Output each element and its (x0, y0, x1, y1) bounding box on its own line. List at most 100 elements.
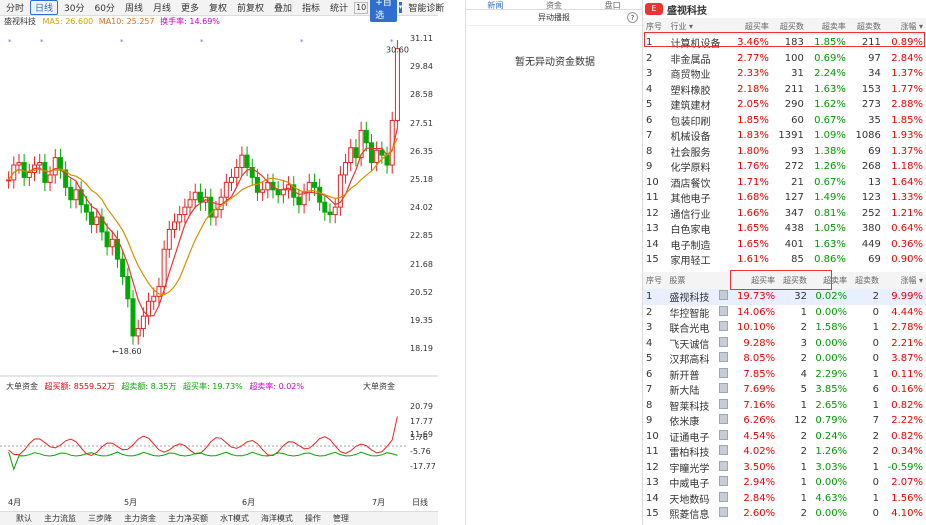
toolbar-item-9[interactable]: 叠加 (270, 1, 296, 14)
stock-col-header[interactable]: 序号 (643, 272, 667, 289)
stock-row[interactable]: 4 飞天诚信 9.28% 3 0.00% 0 2.21% (643, 336, 926, 352)
stock-doc-cell[interactable] (715, 351, 731, 367)
industry-row[interactable]: 11 其他电子 1.68% 127 1.49% 123 1.33% (643, 190, 926, 206)
toolbar-item-3[interactable]: 60分 (90, 1, 118, 14)
stock-doc-cell[interactable] (715, 367, 731, 383)
industry-row[interactable]: 14 电子制造 1.65% 401 1.63% 449 0.36% (643, 237, 926, 253)
industry-row[interactable]: 5 建筑建材 2.05% 290 1.62% 273 2.88% (643, 97, 926, 113)
event-star-icon[interactable]: * (390, 38, 394, 46)
event-star-icon[interactable]: * (120, 38, 124, 46)
industry-row[interactable]: 4 塑料橡胶 2.18% 211 1.63% 153 1.77% (643, 82, 926, 98)
toolbar-item-11[interactable]: 统计 (326, 1, 352, 14)
stock-row[interactable]: 8 智莱科技 7.16% 1 2.65% 1 0.82% (643, 398, 926, 414)
document-icon[interactable] (718, 414, 728, 425)
stock-doc-cell[interactable] (715, 475, 731, 491)
industry-row[interactable]: 6 包装印刷 1.85% 60 0.67% 35 1.85% (643, 113, 926, 129)
stock-doc-cell[interactable] (715, 460, 731, 476)
stock-row[interactable]: 1 盛视科技 19.73% 32 0.02% 2 9.99% (643, 289, 926, 305)
stock-doc-cell[interactable] (715, 305, 731, 321)
stock-doc-cell[interactable] (715, 491, 731, 507)
document-icon[interactable] (718, 476, 728, 487)
stock-col-header[interactable] (715, 272, 732, 289)
stock-row[interactable]: 11 雷柏科技 4.02% 2 1.26% 2 0.34% (643, 444, 926, 460)
indicator-tab-4[interactable]: 主力净买额 (168, 513, 208, 524)
document-icon[interactable] (718, 429, 728, 440)
document-icon[interactable] (718, 290, 728, 301)
indicator-tab-5[interactable]: 水T模式 (220, 513, 249, 524)
industry-row[interactable]: 15 家用轻工 1.61% 85 0.86% 69 0.90% (643, 252, 926, 268)
stock-row[interactable]: 7 新大陆 7.69% 5 3.85% 6 0.16% (643, 382, 926, 398)
toolbar-item-2[interactable]: 30分 (60, 1, 88, 14)
stock-row[interactable]: 5 汉邦高科 8.05% 2 0.00% 0 3.87% (643, 351, 926, 367)
indicator-tab-7[interactable]: 操作 (305, 513, 321, 524)
stock-doc-cell[interactable] (715, 444, 731, 460)
period-count-input[interactable]: 10 (354, 1, 369, 14)
stock-row[interactable]: 13 中威电子 2.94% 1 0.00% 0 2.07% (643, 475, 926, 491)
indicator-tab-1[interactable]: 主力流监 (44, 513, 76, 524)
event-star-icon[interactable]: * (300, 38, 304, 46)
toolbar-item-0[interactable]: 分时 (2, 1, 28, 14)
industry-row[interactable]: 9 化学原料 1.76% 272 1.26% 268 1.18% (643, 159, 926, 175)
stock-row[interactable]: 6 新开普 7.85% 4 2.29% 1 0.11% (643, 367, 926, 383)
stock-row[interactable]: 2 华控智能 14.06% 1 0.00% 0 4.44% (643, 305, 926, 321)
toolbar-item-8[interactable]: 前复权 (233, 1, 268, 14)
toolbar-item-6[interactable]: 更多 (177, 1, 203, 14)
mid-tab-2[interactable]: 盘口 (583, 0, 642, 10)
indicator-tab-3[interactable]: 主力资金 (124, 513, 156, 524)
stock-cell: 0.02% (809, 289, 851, 305)
stock-col-header[interactable]: 超卖数 (850, 272, 882, 289)
event-star-icon[interactable]: * (200, 38, 204, 46)
document-icon[interactable] (718, 460, 728, 471)
toolbar-item-10[interactable]: 指标 (298, 1, 324, 14)
indicator-tab-8[interactable]: 管理 (333, 513, 349, 524)
toolbar-item-5[interactable]: 月线 (149, 1, 175, 14)
document-icon[interactable] (718, 445, 728, 456)
event-star-icon[interactable]: * (40, 38, 44, 46)
document-icon[interactable] (718, 491, 728, 502)
stock-row[interactable]: 14 天地数码 2.84% 1 4.63% 1 1.56% (643, 491, 926, 507)
stock-doc-cell[interactable] (715, 382, 731, 398)
stock-doc-cell[interactable] (715, 413, 731, 429)
indicator-tab-6[interactable]: 海洋模式 (261, 513, 293, 524)
document-icon[interactable] (718, 352, 728, 363)
stock-col-header[interactable]: 涨幅 ▾ (881, 272, 926, 289)
stock-doc-cell[interactable] (715, 320, 731, 336)
toolbar-item-4[interactable]: 周线 (121, 1, 147, 14)
document-icon[interactable] (718, 367, 728, 378)
industry-row[interactable]: 10 酒店餐饮 1.71% 21 0.67% 13 1.64% (643, 175, 926, 191)
stock-doc-cell[interactable] (715, 398, 731, 414)
toolbar-item-1[interactable]: 日线 (30, 0, 59, 15)
stock-doc-cell[interactable] (715, 506, 731, 522)
stock-doc-cell[interactable] (715, 429, 731, 445)
smart-diagnosis-button[interactable]: 智能诊断 (404, 1, 448, 14)
document-icon[interactable] (718, 507, 728, 518)
industry-row[interactable]: 12 通信行业 1.66% 347 0.81% 252 1.21% (643, 206, 926, 222)
industry-row[interactable]: 13 白色家电 1.65% 438 1.05% 380 0.64% (643, 221, 926, 237)
indicator-tab-2[interactable]: 三步降 (88, 513, 112, 524)
document-icon[interactable] (718, 398, 728, 409)
stock-row[interactable]: 12 宇瞳光学 3.50% 1 3.03% 1 -0.59% (643, 460, 926, 476)
stock-doc-cell[interactable] (715, 289, 732, 305)
document-icon[interactable] (718, 321, 728, 332)
industry-row[interactable]: 7 机械设备 1.83% 1391 1.09% 1086 1.93% (643, 128, 926, 144)
stock-col-header[interactable]: 股票 (666, 272, 716, 289)
document-icon[interactable] (718, 336, 728, 347)
event-star-icon[interactable]: * (8, 38, 12, 46)
industry-row[interactable]: 2 非金属品 2.77% 100 0.69% 97 2.84% (643, 51, 926, 67)
kline-chart[interactable]: 30.60 ←18.60 * * * * * * (0, 16, 438, 494)
stock-row[interactable]: 15 熙菱信息 2.60% 2 0.00% 0 4.10% (643, 506, 926, 522)
indicator-tab-0[interactable]: 默认 (16, 513, 32, 524)
stock-row[interactable]: 9 依米康 6.26% 12 0.79% 7 2.22% (643, 413, 926, 429)
stock-doc-cell[interactable] (715, 336, 731, 352)
toolbar-item-7[interactable]: 复权 (205, 1, 231, 14)
dropdown-icon[interactable]: ▾ (398, 2, 403, 13)
mid-tab-0[interactable]: 新闻 (466, 0, 525, 10)
industry-row[interactable]: 8 社会服务 1.80% 93 1.38% 69 1.37% (643, 144, 926, 160)
industry-row[interactable]: 3 商贸物业 2.33% 31 2.24% 34 1.37% (643, 66, 926, 82)
document-icon[interactable] (718, 383, 728, 394)
stock-row[interactable]: 3 联合光电 10.10% 2 1.58% 1 2.78% (643, 320, 926, 336)
mid-tab-1[interactable]: 资金 (525, 0, 584, 10)
document-icon[interactable] (718, 305, 728, 316)
stock-row[interactable]: 10 证通电子 4.54% 2 0.24% 2 0.82% (643, 429, 926, 445)
help-icon[interactable]: ? (627, 12, 638, 23)
